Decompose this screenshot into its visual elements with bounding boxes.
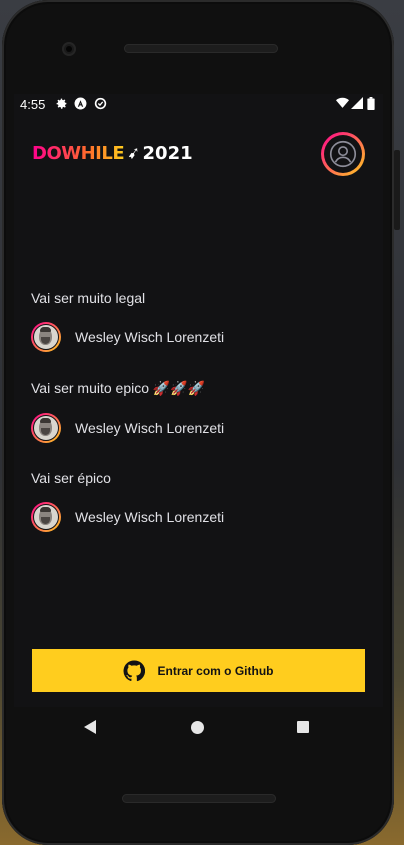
message-text: Vai ser épico xyxy=(31,470,111,486)
dowhile-logo: DOWHILE ➹ 2021 xyxy=(32,142,193,164)
message-author: Wesley Wisch Lorenzeti xyxy=(31,322,371,352)
status-bar: 4:55 xyxy=(14,94,383,114)
data-saver-icon xyxy=(94,97,107,110)
message-author: Wesley Wisch Lorenzeti xyxy=(31,413,371,443)
top-speaker xyxy=(124,44,278,53)
power-button[interactable] xyxy=(394,150,400,230)
author-name: Wesley Wisch Lorenzeti xyxy=(75,329,225,345)
front-camera xyxy=(62,42,76,56)
avatar xyxy=(31,502,61,532)
gear-icon xyxy=(55,97,68,110)
message-text: Vai ser muito epico 🚀🚀🚀 xyxy=(31,380,206,396)
system-nav-bar xyxy=(14,707,383,749)
app-screen: 4:55 DOWHILE ➹ 2021 Vai ser muito legal … xyxy=(14,94,383,707)
logo-word: DOWHILE xyxy=(32,142,125,164)
bottom-speaker xyxy=(122,794,276,803)
message-text: Vai ser muito legal xyxy=(31,290,146,306)
status-time: 4:55 xyxy=(20,97,46,112)
message-author: Wesley Wisch Lorenzeti xyxy=(31,502,371,532)
github-signin-button[interactable]: Entrar com o Github xyxy=(32,649,365,692)
message-item: Vai ser muito epico 🚀🚀🚀 Wesley Wisch Lor… xyxy=(31,380,371,443)
github-icon xyxy=(123,659,157,682)
user-avatar-button[interactable] xyxy=(321,132,365,176)
user-icon xyxy=(324,135,362,173)
battery-icon xyxy=(367,97,375,110)
recent-apps-icon[interactable] xyxy=(297,721,309,733)
home-icon[interactable] xyxy=(191,721,204,734)
github-signin-label: Entrar com o Github xyxy=(157,663,274,678)
arrow-icon: ➹ xyxy=(125,143,142,164)
author-name: Wesley Wisch Lorenzeti xyxy=(75,420,225,436)
wifi-icon xyxy=(336,97,349,109)
app-header: DOWHILE ➹ 2021 xyxy=(14,124,383,184)
back-icon[interactable] xyxy=(84,720,96,739)
android-a-icon xyxy=(74,97,87,110)
author-name: Wesley Wisch Lorenzeti xyxy=(75,509,225,525)
message-item: Vai ser épico Wesley Wisch Lorenzeti xyxy=(31,470,371,532)
logo-year: 2021 xyxy=(142,142,193,164)
message-item: Vai ser muito legal Wesley Wisch Lorenze… xyxy=(31,290,371,352)
signal-icon xyxy=(351,97,363,109)
avatar xyxy=(31,413,61,443)
avatar xyxy=(31,322,61,352)
